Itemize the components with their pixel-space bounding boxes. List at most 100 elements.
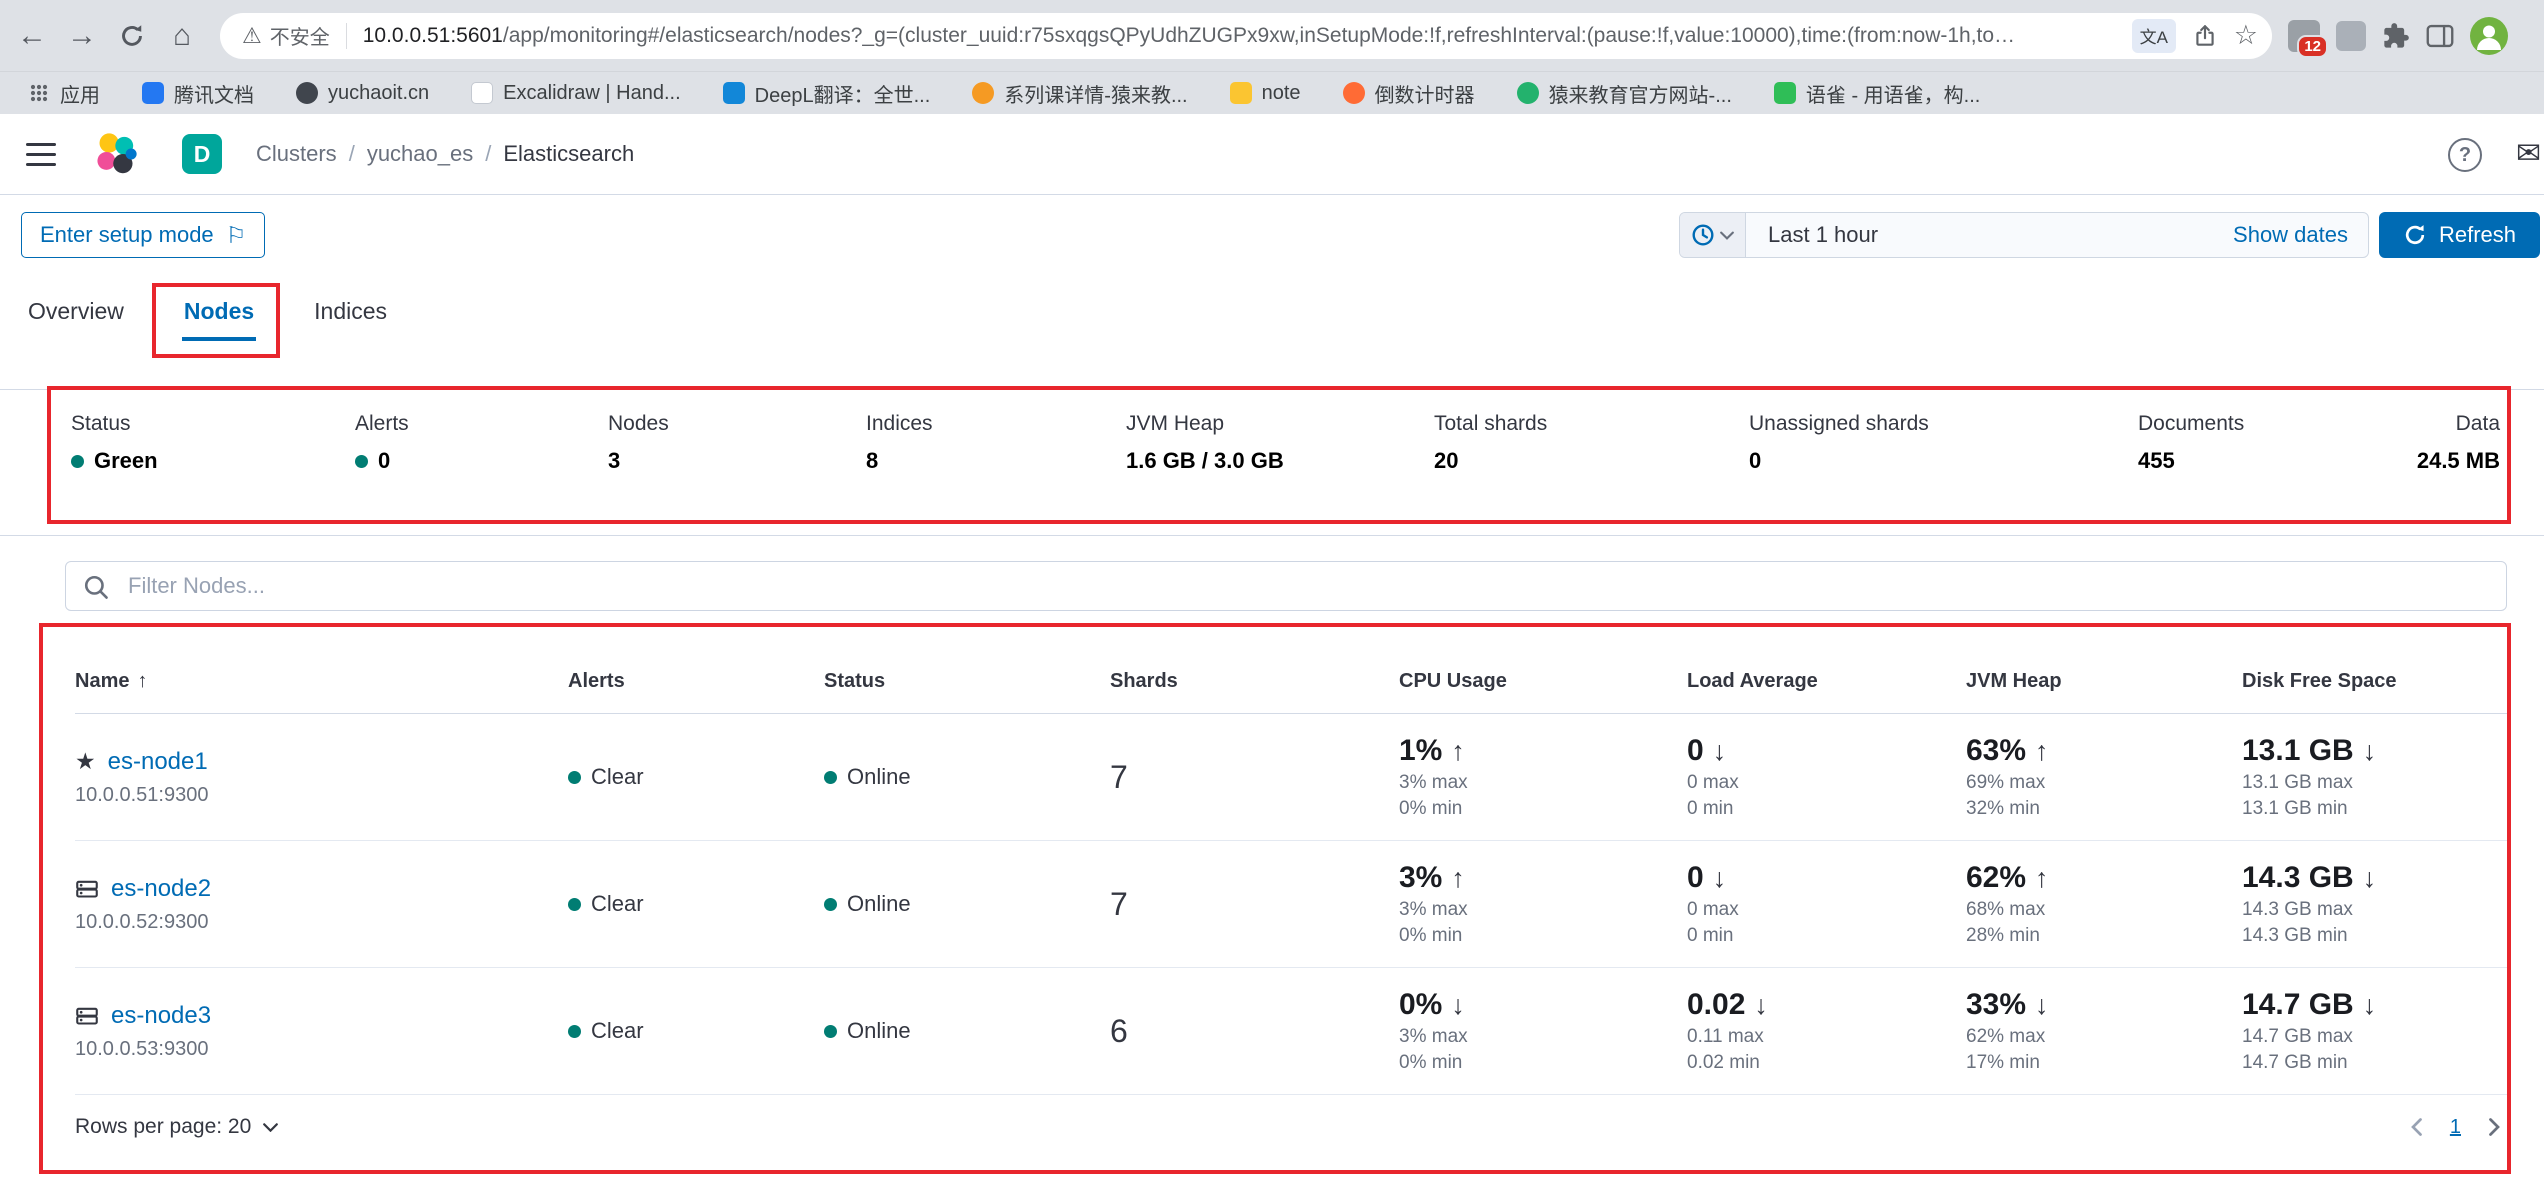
kibana-header: D Clusters / yuchao_es / Elasticsearch	[0, 114, 2544, 195]
share-icon[interactable]	[2192, 23, 2218, 49]
sort-asc-icon: ↑	[137, 670, 147, 693]
next-page-icon[interactable]	[2489, 1118, 2501, 1136]
alerts-green-dot-icon	[355, 455, 368, 468]
stat-data: Data 24.5 MB	[2417, 412, 2500, 474]
forward-icon[interactable]: →	[58, 12, 106, 60]
bookmark-item-tencent-docs[interactable]: 腾讯文档	[142, 79, 254, 108]
extension-with-badge-icon[interactable]: 12	[2288, 20, 2320, 52]
status-green-dot-icon	[71, 455, 84, 468]
column-header-cpu[interactable]: CPU Usage	[1399, 670, 1687, 693]
bookmark-star-icon[interactable]: ☆	[2234, 22, 2258, 49]
table-row: es-node2 10.0.0.52:9300 Clear Online 7 3…	[75, 841, 2507, 968]
name-cell: es-node2 10.0.0.52:9300	[75, 841, 568, 967]
name-cell: es-node3 10.0.0.53:9300	[75, 968, 568, 1094]
security-label: 不安全	[270, 21, 330, 50]
jvm-heap-cell: 33%↓ 62% max 17% min	[1966, 968, 2242, 1094]
page-number[interactable]: 1	[2450, 1116, 2461, 1139]
menu-hamburger-icon[interactable]	[26, 143, 56, 166]
clock-icon	[1691, 223, 1715, 247]
profile-avatar[interactable]	[2470, 17, 2508, 55]
home-icon[interactable]: ⌂	[158, 12, 206, 60]
filter-nodes-input[interactable]	[65, 561, 2507, 611]
quick-select-button[interactable]	[1680, 213, 1746, 257]
column-header-load[interactable]: Load Average	[1687, 670, 1966, 693]
extensions-puzzle-icon[interactable]	[2382, 22, 2410, 50]
elastic-logo[interactable]	[94, 132, 138, 176]
stat-total-shards: Total shards 20	[1434, 412, 1547, 474]
bookmark-item-yuanlai-edu[interactable]: 猿来教育官方网站-...	[1517, 79, 1732, 108]
chevron-down-icon	[263, 1123, 278, 1132]
status-cell: Online	[824, 714, 1110, 840]
column-header-jvm[interactable]: JVM Heap	[1966, 670, 2242, 693]
bookmark-item-timer[interactable]: 倒数计时器	[1343, 79, 1475, 108]
alert-clear-dot-icon	[568, 1025, 581, 1038]
nodes-table: Name↑ Alerts Status Shards CPU Usage Loa…	[75, 650, 2507, 1159]
back-icon[interactable]: ←	[8, 12, 56, 60]
tencent-docs-favicon	[142, 82, 164, 104]
time-range-picker: Last 1 hour Show dates	[1679, 212, 2369, 258]
breadcrumb-cluster-name[interactable]: yuchao_es	[367, 141, 473, 167]
stat-status: Status Green	[71, 412, 158, 474]
help-icon[interactable]: ?	[2448, 138, 2482, 172]
bookmark-item-deepl[interactable]: DeepL翻译：全世...	[723, 79, 931, 108]
address-divider	[346, 23, 347, 49]
time-range-value[interactable]: Last 1 hour	[1768, 222, 1878, 248]
bookmark-item-apps[interactable]: 应用	[28, 79, 100, 108]
tab-indices[interactable]: Indices	[312, 292, 389, 341]
not-secure-warning-icon: ⚠	[242, 23, 262, 49]
breadcrumb-clusters[interactable]: Clusters	[256, 141, 337, 167]
status-cell: Online	[824, 968, 1110, 1094]
node-link[interactable]: es-node3	[111, 1002, 211, 1030]
bookmark-item-yuque[interactable]: 语雀 - 用语雀，构...	[1774, 79, 1980, 108]
node-transport-address: 10.0.0.53:9300	[75, 1038, 568, 1061]
column-header-alerts[interactable]: Alerts	[568, 670, 824, 693]
browser-toolbar: ← → ⌂ ⚠ 不安全 10.0.0.51:5601/app/monitorin…	[0, 0, 2544, 71]
chevron-down-icon	[1720, 231, 1734, 240]
previous-page-icon[interactable]	[2410, 1118, 2422, 1136]
extension-icon[interactable]	[2336, 21, 2366, 51]
trend-up-icon: ↑	[1451, 736, 1465, 767]
bookmark-item-note[interactable]: note	[1230, 82, 1301, 105]
newsfeed-mail-icon[interactable]: ✉	[2516, 136, 2541, 171]
address-bar[interactable]: ⚠ 不安全 10.0.0.51:5601/app/monitoring#/ela…	[220, 13, 2272, 59]
monitoring-tabs: Overview Nodes Indices	[26, 292, 389, 341]
jvm-heap-cell: 63%↑ 69% max 32% min	[1966, 714, 2242, 840]
table-footer: Rows per page: 20 1	[75, 1095, 2507, 1159]
show-dates-link[interactable]: Show dates	[2233, 222, 2348, 248]
stat-documents: Documents 455	[2138, 412, 2244, 474]
node-storage-icon	[75, 1004, 99, 1028]
master-node-star-icon: ★	[75, 750, 96, 773]
yuchaoit-favicon	[296, 82, 318, 104]
extensions-area: 12	[2288, 17, 2508, 55]
shards-cell: 6	[1110, 968, 1399, 1094]
side-panel-icon[interactable]	[2426, 24, 2454, 48]
refresh-icon	[2403, 223, 2427, 247]
disk-free-cell: 13.1 GB↓ 13.1 GB max 13.1 GB min	[2242, 714, 2507, 840]
enter-setup-mode-button[interactable]: Enter setup mode ⚐	[21, 212, 265, 258]
stat-nodes: Nodes 3	[608, 412, 669, 474]
column-header-shards[interactable]: Shards	[1110, 670, 1399, 693]
space-avatar[interactable]: D	[182, 134, 222, 174]
rows-per-page-button[interactable]: Rows per page: 20	[75, 1115, 278, 1139]
trend-down-icon: ↓	[1451, 990, 1465, 1021]
translate-icon[interactable]: 文A	[2132, 19, 2176, 53]
tab-nodes[interactable]: Nodes	[182, 292, 256, 341]
tab-overview[interactable]: Overview	[26, 292, 126, 341]
flag-icon: ⚐	[226, 222, 247, 249]
yuanfudao-course-favicon	[972, 82, 994, 104]
bookmark-item-excalidraw[interactable]: Excalidraw | Hand...	[471, 82, 681, 105]
node-link[interactable]: es-node1	[108, 748, 208, 776]
node-link[interactable]: es-node2	[111, 875, 211, 903]
status-online-dot-icon	[824, 771, 837, 784]
trend-up-icon: ↑	[2035, 863, 2049, 894]
stat-jvm-heap: JVM Heap 1.6 GB / 3.0 GB	[1126, 412, 1284, 474]
cluster-summary-bar: Status Green Alerts 0 Nodes 3 Indices 8 …	[0, 389, 2544, 536]
column-header-name[interactable]: Name↑	[75, 670, 568, 693]
refresh-button[interactable]: Refresh	[2379, 212, 2540, 258]
bookmark-item-yuchaoit[interactable]: yuchaoit.cn	[296, 82, 429, 105]
bookmark-item-course[interactable]: 系列课详情-猿来教...	[972, 79, 1187, 108]
column-header-status[interactable]: Status	[824, 670, 1110, 693]
reload-icon[interactable]	[108, 12, 156, 60]
breadcrumb-current: Elasticsearch	[503, 141, 634, 167]
column-header-disk[interactable]: Disk Free Space	[2242, 670, 2507, 693]
